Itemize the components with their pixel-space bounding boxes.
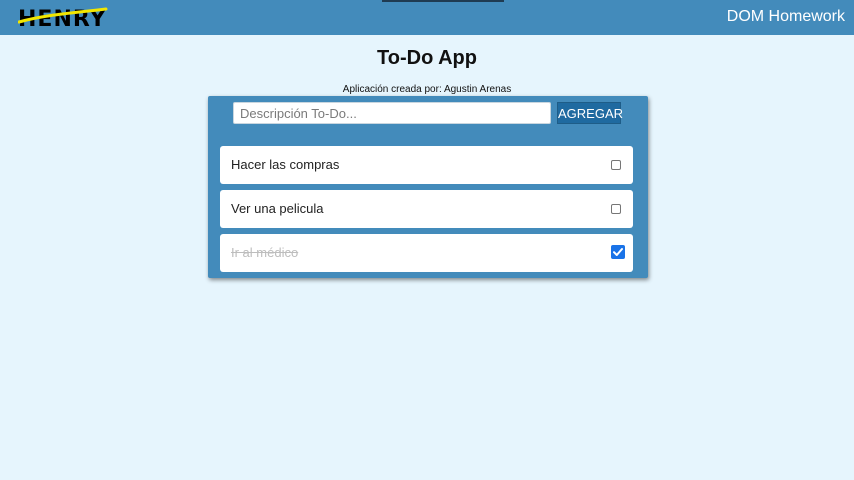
navbar: HENRY DOM Homework [0, 0, 854, 35]
nav-title[interactable]: DOM Homework [727, 8, 845, 26]
todo-item-text: Ver una pelicula [231, 201, 324, 216]
todo-checkbox[interactable] [611, 204, 621, 214]
page-title: To-Do App [377, 47, 477, 69]
todo-card: AGREGAR Hacer las compras Ver una pelicu… [208, 96, 648, 278]
page-subtitle: Aplicación creada por: Agustin Arenas [342, 84, 512, 95]
todo-checkbox[interactable] [611, 160, 621, 170]
todo-item: Ir al médico [220, 234, 633, 272]
todo-item: Ver una pelicula [220, 190, 633, 228]
todo-description-input[interactable] [233, 102, 551, 124]
checkmark-icon [613, 248, 623, 256]
add-todo-button[interactable]: AGREGAR [557, 102, 623, 124]
todo-item: Hacer las compras [220, 146, 633, 184]
todo-checkbox-checked[interactable] [611, 245, 625, 259]
todo-item-text-completed: Ir al médico [231, 245, 299, 260]
top-accent-bar [382, 0, 504, 2]
todo-item-text: Hacer las compras [231, 157, 340, 172]
henry-logo-icon[interactable]: HENRY [18, 5, 122, 29]
